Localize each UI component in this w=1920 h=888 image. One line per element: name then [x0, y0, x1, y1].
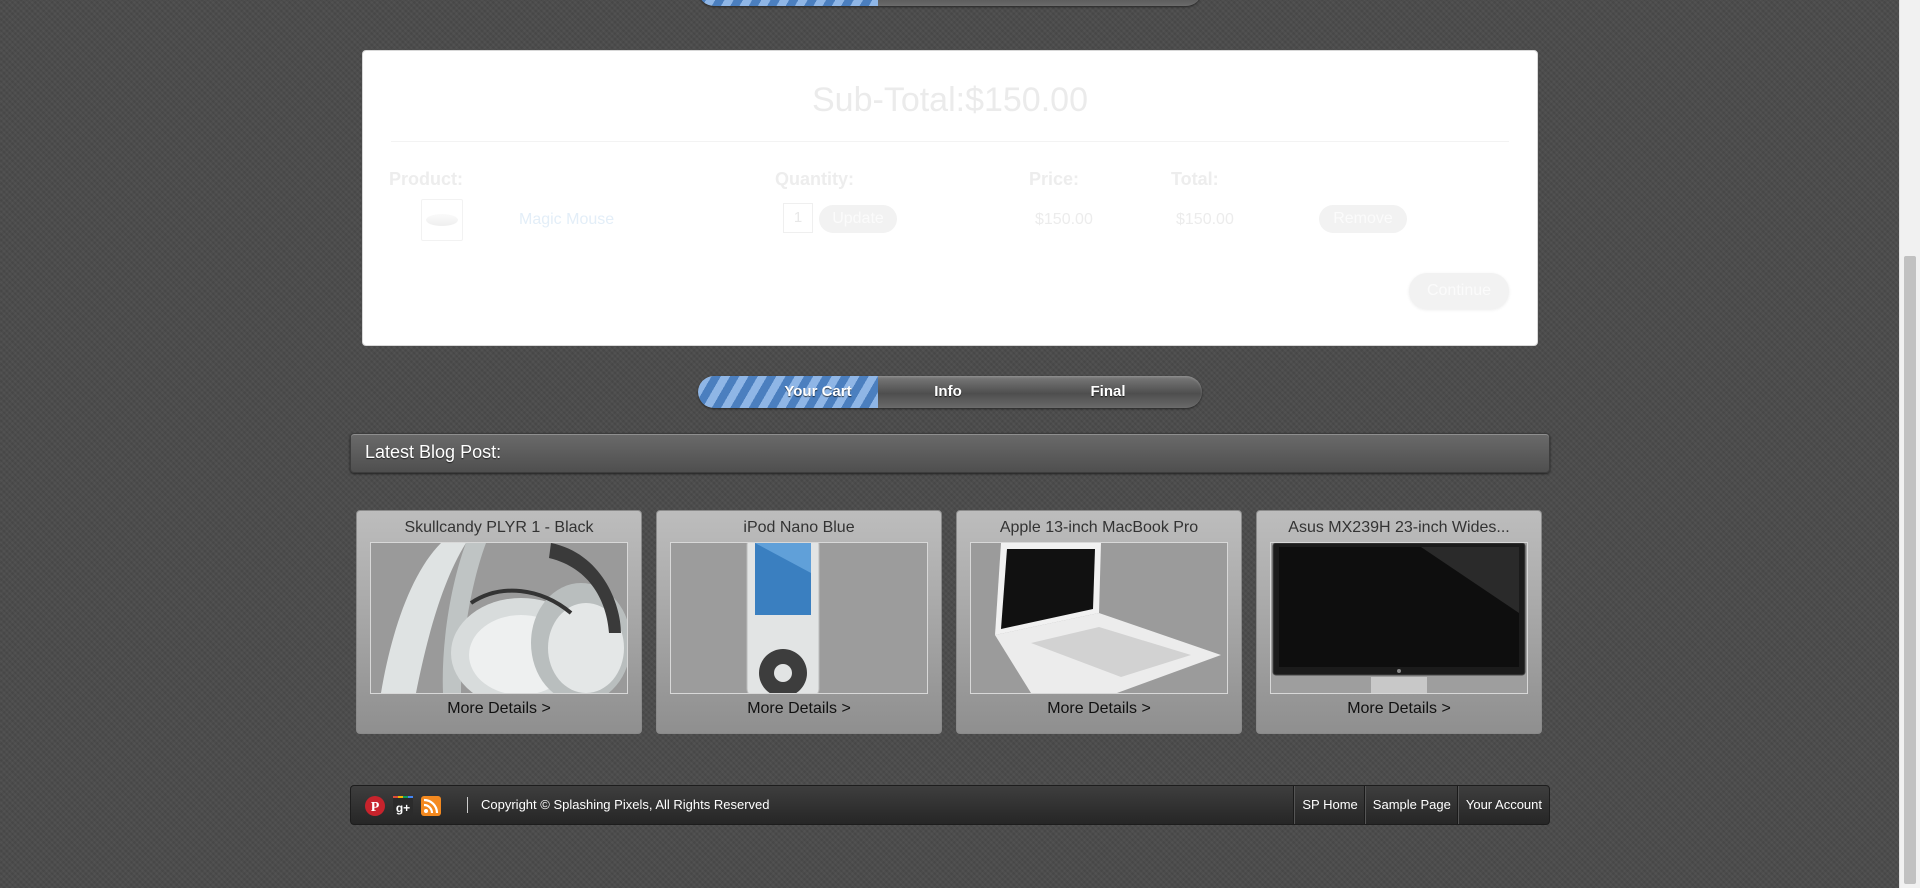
continue-button[interactable]: Continue: [1409, 273, 1509, 309]
footer-link-your-account[interactable]: Your Account: [1457, 786, 1549, 824]
product-title: Skullcandy PLYR 1 - Black: [404, 519, 594, 536]
laptop-image[interactable]: [970, 542, 1228, 694]
blog-header: Latest Blog Post:: [350, 433, 1550, 473]
product-card: iPod Nano Blue More Details >: [656, 510, 942, 734]
blog-header-title: Latest Blog Post:: [365, 442, 502, 462]
update-button[interactable]: Update: [819, 205, 897, 233]
cart-subtotal: Sub-Total:$150.00: [812, 81, 1088, 119]
col-price-header: Price:: [1029, 169, 1080, 189]
footer-bar: P g+ Copyright © Splashing Pixels, All R…: [350, 785, 1550, 825]
headphones-image[interactable]: [370, 542, 628, 694]
step-your-cart[interactable]: Your Cart: [758, 376, 878, 408]
monitor-image[interactable]: [1270, 542, 1528, 694]
product-card: Apple 13-inch MacBook Pro More Details >: [956, 510, 1242, 734]
svg-text:g+: g+: [396, 801, 410, 815]
col-product-header: Product:: [389, 169, 463, 189]
cart-panel: Sub-Total:$150.00 Product: Quantity: Pri…: [362, 50, 1538, 346]
product-link[interactable]: Magic Mouse: [519, 211, 614, 229]
remove-button[interactable]: Remove: [1319, 205, 1407, 233]
footer-link-sample-page[interactable]: Sample Page: [1364, 786, 1458, 824]
step-progress-bar-top: [698, 0, 1202, 6]
product-thumbnail: [421, 199, 463, 241]
product-card: Asus MX239H 23-inch Wides... More Detail…: [1256, 510, 1542, 734]
footer-nav: SP Home Sample Page Your Account: [1294, 786, 1549, 824]
more-details-link[interactable]: More Details >: [657, 700, 941, 718]
step-active-fill: [698, 0, 878, 6]
scrollbar-thumb[interactable]: [1904, 256, 1916, 884]
product-title: Apple 13-inch MacBook Pro: [999, 519, 1199, 536]
more-details-link[interactable]: More Details >: [957, 700, 1241, 718]
cart-divider: [391, 141, 1509, 142]
more-details-link[interactable]: More Details >: [1257, 700, 1541, 718]
checkout-steps: Your Cart Info Final: [698, 376, 1202, 408]
svg-text:P: P: [371, 800, 380, 815]
ipod-image[interactable]: [670, 542, 928, 694]
product-title: iPod Nano Blue: [743, 519, 855, 536]
quantity-input[interactable]: 1: [783, 203, 813, 233]
page-scrollbar[interactable]: [1899, 0, 1920, 888]
pinterest-icon[interactable]: P: [365, 796, 385, 816]
footer-divider: [467, 797, 468, 813]
step-final[interactable]: Final: [1048, 376, 1168, 408]
product-title: Asus MX239H 23-inch Wides...: [1288, 519, 1510, 536]
col-total-header: Total:: [1171, 169, 1219, 189]
copyright-text: Copyright © Splashing Pixels, All Rights…: [481, 797, 770, 812]
footer-link-sp-home[interactable]: SP Home: [1294, 786, 1364, 824]
google-plus-icon[interactable]: g+: [393, 796, 413, 816]
col-quantity-header: Quantity:: [775, 169, 854, 189]
step-info[interactable]: Info: [888, 376, 1008, 408]
item-total: $150.00: [1176, 211, 1234, 228]
item-price: $150.00: [1035, 211, 1093, 228]
more-details-link[interactable]: More Details >: [357, 700, 641, 718]
product-card: Skullcandy PLYR 1 - Black More Details >: [356, 510, 642, 734]
rss-icon[interactable]: [421, 796, 441, 816]
